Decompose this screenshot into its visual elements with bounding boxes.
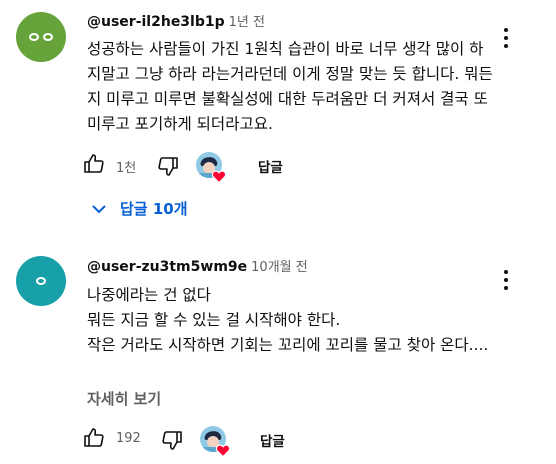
comment-line: 뭐든 지금 할 수 있는 걸 시작해야 한다. [87,311,341,329]
read-more-button[interactable]: 자세히 보기 [87,388,161,409]
comment-line: 나중에라는 건 없다 [87,286,211,304]
avatar-eye-right [43,33,53,41]
avatar[interactable] [16,256,66,306]
more-options-icon[interactable] [503,28,509,52]
comment-text: 성공하는 사람들이 가진 1원칙 습관이 바로 너무 생각 많이 하지말고 그냥… [87,40,493,133]
comment-time[interactable]: 1년 전 [229,15,265,30]
avatar-mark [36,277,46,285]
creator-heart-badge [196,152,226,183]
comment-time[interactable]: 10개월 전 [251,260,308,275]
like-count: 1천 [116,161,137,176]
comment-header: @user-il2he3lb1p 1년 전 [87,11,265,30]
like-count: 192 [116,431,141,446]
heart-icon [212,170,226,183]
thumbs-down-icon [158,157,178,176]
comment-actions: 192 답글 [82,426,382,457]
like-button[interactable] [82,152,106,180]
comment-text: 나중에라는 건 없다 뭐든 지금 할 수 있는 걸 시작해야 한다. 작은 거라… [87,283,497,358]
avatar[interactable] [16,12,66,62]
creator-heart-badge [200,426,230,457]
heart-icon [216,444,230,457]
thumbs-up-icon [84,428,104,447]
reply-button[interactable]: 답글 [260,430,285,450]
view-replies-button[interactable]: 답글 10개 [92,198,188,219]
author-name[interactable]: @user-il2he3lb1p [87,14,225,30]
author-name[interactable]: @user-zu3tm5wm9e [87,259,247,275]
replies-count-label: 답글 10개 [120,200,188,218]
comment-actions: 1천 답글 [82,152,382,183]
like-button[interactable] [82,426,106,454]
dislike-button[interactable] [160,428,184,456]
more-options-icon[interactable] [503,270,509,294]
comment-line: 작은 거라도 시작하면 기회는 꼬리에 꼬리를 물고 찾아 온다.... [87,336,489,354]
avatar-eye-left [29,33,39,41]
comment-header: @user-zu3tm5wm9e 10개월 전 [87,256,308,275]
thumbs-down-icon [162,431,182,450]
chevron-down-icon [92,205,106,214]
dislike-button[interactable] [156,154,180,182]
reply-button[interactable]: 답글 [258,156,283,176]
thumbs-up-icon [84,154,104,173]
